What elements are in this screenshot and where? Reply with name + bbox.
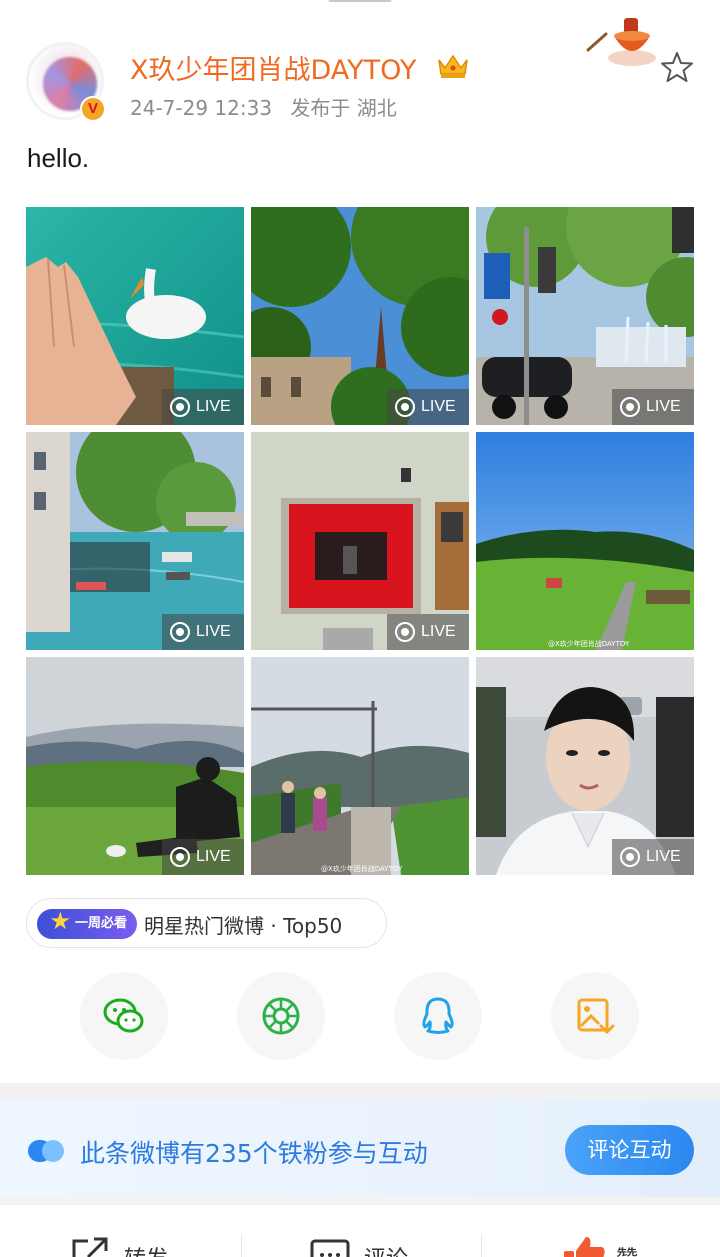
photo-watermark: @X玖少年团肖战DAYTOY: [548, 639, 630, 648]
post-source: 发布于 湖北: [290, 96, 397, 120]
photo-tile[interactable]: @X玖少年团肖战DAYTOY: [476, 432, 694, 650]
comment-label: 评论: [364, 1241, 408, 1257]
star-outline-icon[interactable]: [660, 50, 694, 84]
photo-grid: LIVE LIVE LIVE LIVE LIVE @X玖少年团肖战DAYTOY …: [26, 207, 694, 875]
section-divider: [0, 1197, 720, 1205]
photo-tile[interactable]: LIVE: [26, 207, 244, 425]
bottom-action-bar: 转发 评论 赞: [0, 1205, 720, 1257]
photo-tile[interactable]: LIVE: [251, 432, 469, 650]
post-meta: 24-7-29 12:33 发布于 湖北: [130, 92, 409, 121]
live-photo-icon: [620, 397, 640, 417]
wechat-icon: [103, 998, 144, 1033]
post-timestamp: 24-7-29 12:33: [130, 96, 273, 120]
moments-icon: [262, 997, 300, 1035]
tag-label: 明星热门微博 · Top50: [144, 914, 343, 938]
photo-tile[interactable]: LIVE: [476, 207, 694, 425]
live-badge: LIVE: [162, 389, 244, 425]
fan-toggle-icon: [28, 1140, 64, 1162]
verified-badge-icon: V: [80, 96, 106, 122]
hotpot-sticker-icon: [586, 18, 656, 66]
photo-tile[interactable]: LIVE: [476, 657, 694, 875]
live-photo-icon: [170, 397, 190, 417]
live-badge: LIVE: [387, 614, 469, 650]
live-photo-icon: [170, 847, 190, 867]
share-moments-button[interactable]: [237, 972, 325, 1060]
star-icon: ★: [49, 907, 71, 935]
fan-interaction-banner: 此条微博有235个铁粉参与互动 评论互动: [0, 1101, 720, 1197]
action-divider: [481, 1235, 482, 1257]
hot-weibo-tag[interactable]: ★ 一周必看 明星热门微博 · Top50: [26, 898, 387, 948]
repost-icon: [72, 1237, 108, 1257]
like-label: 赞: [616, 1241, 638, 1257]
thumbs-up-icon: [564, 1237, 605, 1257]
live-photo-icon: [395, 397, 415, 417]
live-badge: LIVE: [162, 614, 244, 650]
photo-tile[interactable]: @X玖少年团肖战DAYTOY: [251, 657, 469, 875]
green-valley-photo: @X玖少年团肖战DAYTOY: [476, 432, 694, 650]
live-photo-icon: [620, 847, 640, 867]
photo-tile[interactable]: LIVE: [26, 432, 244, 650]
live-photo-icon: [170, 622, 190, 642]
photo-tile[interactable]: LIVE: [26, 657, 244, 875]
live-badge: LIVE: [387, 389, 469, 425]
photo-tile[interactable]: LIVE: [251, 207, 469, 425]
live-badge: LIVE: [612, 839, 694, 875]
comment-interact-button[interactable]: 评论互动: [565, 1125, 694, 1175]
live-badge: LIVE: [612, 389, 694, 425]
username[interactable]: X玖少年团肖战DAYTOY: [130, 48, 416, 87]
live-photo-icon: [395, 622, 415, 642]
qq-icon: [422, 997, 454, 1034]
sheet-drag-handle[interactable]: [328, 0, 392, 2]
photo-watermark: @X玖少年团肖战DAYTOY: [321, 864, 403, 873]
live-badge: LIVE: [162, 839, 244, 875]
share-qq-button[interactable]: [394, 972, 482, 1060]
section-divider: [0, 1083, 720, 1101]
save-image-button[interactable]: [551, 972, 639, 1060]
railway-mountains-photo: @X玖少年团肖战DAYTOY: [251, 657, 469, 875]
comment-icon: [310, 1239, 350, 1257]
share-wechat-button[interactable]: [80, 972, 168, 1060]
repost-label: 转发: [124, 1241, 168, 1257]
save-image-icon: [577, 998, 615, 1035]
crown-icon: [438, 54, 468, 78]
weekly-must-see-badge: ★ 一周必看: [37, 907, 137, 939]
post-text: hello.: [27, 143, 90, 173]
action-divider: [241, 1235, 242, 1257]
fan-interaction-text: 此条微博有235个铁粉参与互动: [80, 1139, 428, 1168]
